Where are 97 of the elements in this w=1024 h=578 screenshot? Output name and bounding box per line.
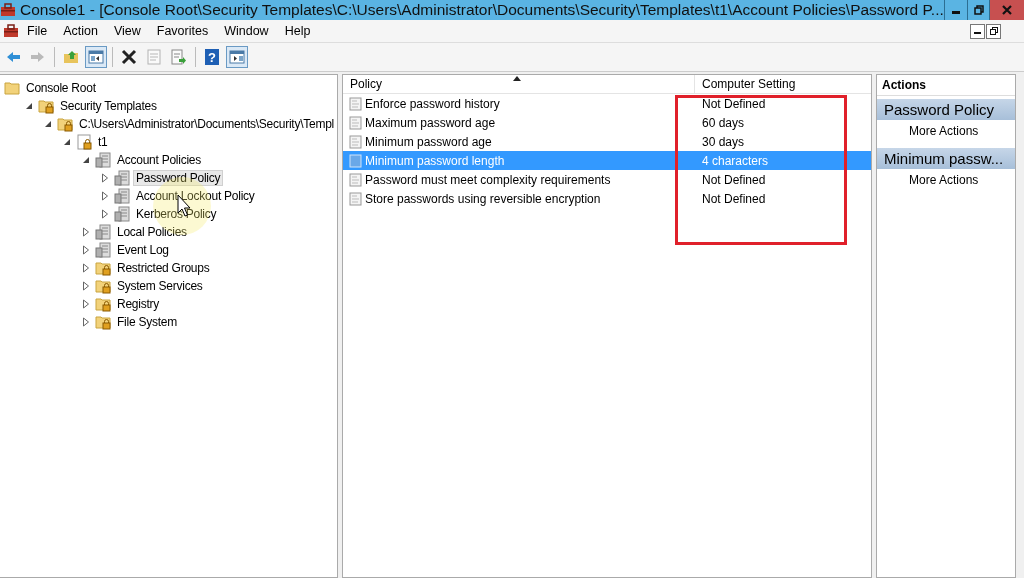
locked-folder-icon <box>95 278 111 294</box>
expanded-icon[interactable] <box>63 138 71 146</box>
setting-cell-text: 60 days <box>701 114 746 132</box>
collapsed-icon[interactable] <box>82 263 90 273</box>
show-hide-tree-button[interactable] <box>85 46 107 68</box>
policy-icon <box>95 224 111 240</box>
menu-item[interactable]: View <box>105 24 149 38</box>
setting-cell-text: Not Defined <box>701 95 767 113</box>
tree-item[interactable]: Account Lockout Policy <box>133 188 258 204</box>
locked-folder-icon <box>95 260 111 276</box>
menu-item[interactable]: Action <box>55 24 106 38</box>
policy-row[interactable]: Password must meet complexity requirements <box>343 170 695 189</box>
mdi-restore-button[interactable] <box>986 23 1001 39</box>
column-header[interactable]: Policy <box>343 75 695 93</box>
collapsed-icon[interactable] <box>101 209 109 219</box>
policy-icon <box>95 242 111 258</box>
close-button[interactable] <box>989 0 1024 20</box>
collapsed-icon[interactable] <box>82 227 90 237</box>
policy-icon <box>114 188 130 204</box>
tree-item[interactable]: Security Templates <box>57 98 160 114</box>
policy-name: Maximum password age <box>365 115 496 130</box>
menu-item[interactable]: Favorites <box>148 24 217 38</box>
policy-icon <box>95 152 111 168</box>
tree-item[interactable]: C:\Users\Administrator\Documents\Security\Templ <box>76 116 337 132</box>
export-icon <box>171 49 187 65</box>
tree-item[interactable]: System Services <box>114 278 206 294</box>
forward-icon <box>30 49 46 65</box>
policy-name: Password must meet complexity requirements <box>365 172 611 187</box>
folder-up-icon <box>63 49 79 65</box>
locked-folder-icon <box>95 296 111 312</box>
policy-row[interactable]: Minimum password age <box>343 132 695 151</box>
setting-cell-text: Not Defined <box>701 190 767 208</box>
policy-icon <box>349 172 362 187</box>
tree-item[interactable]: t1 <box>95 134 111 150</box>
folder-icon <box>4 80 20 96</box>
policy-icon <box>349 153 362 168</box>
tree-item[interactable]: Local Policies <box>114 224 190 240</box>
mdi-minimize-button[interactable] <box>970 23 985 39</box>
tree-item[interactable]: Password Policy <box>133 170 224 186</box>
app-icon <box>0 2 16 18</box>
sort-arrow-icon <box>513 76 521 81</box>
collapsed-icon[interactable] <box>82 299 90 309</box>
close-icon <box>1002 5 1013 15</box>
tree-item[interactable]: Event Log <box>114 242 172 258</box>
policy-icon <box>114 206 130 222</box>
restore-icon <box>973 5 984 15</box>
expanded-icon[interactable] <box>82 156 90 164</box>
menu-item[interactable]: File <box>19 24 56 38</box>
policy-icon <box>349 134 362 149</box>
column-header[interactable]: Computer Setting <box>695 75 871 93</box>
locked-folder-icon <box>57 116 73 132</box>
back-icon <box>5 49 21 65</box>
actions-section-header[interactable]: Password Policy <box>877 99 1015 120</box>
policy-name: Minimum password age <box>365 134 492 149</box>
policy-icon <box>349 115 362 130</box>
template-icon <box>76 134 92 150</box>
policy-icon <box>349 191 362 206</box>
collapsed-icon[interactable] <box>82 245 90 255</box>
actions-title: Actions <box>877 75 1015 96</box>
app-icon <box>3 23 19 39</box>
actions-section-header[interactable]: Minimum passw... <box>877 148 1015 169</box>
collapsed-icon[interactable] <box>101 173 109 183</box>
setting-cell: 4 characters <box>695 151 871 170</box>
tree-item[interactable]: Registry <box>114 296 162 312</box>
tree-item[interactable]: Account Policies <box>114 152 205 168</box>
tree-item[interactable]: File System <box>114 314 180 330</box>
collapsed-icon[interactable] <box>101 191 109 201</box>
policy-icon <box>349 96 362 111</box>
action-link[interactable]: More Actions <box>877 169 1015 194</box>
tree-item[interactable]: Restricted Groups <box>114 260 213 276</box>
policy-icon <box>114 170 130 186</box>
policy-name: Minimum password length <box>365 153 505 168</box>
tree-item[interactable]: Kerberos Policy <box>133 206 220 222</box>
policy-name: Enforce password history <box>365 96 500 111</box>
delete-icon <box>121 49 137 65</box>
locked-folder-icon <box>95 314 111 330</box>
window-title: Console1 - [Console Root\Security Templates\C:\Users\Administrator\Documents\Security\Templates\t1\Account Policies\Password P... <box>20 1 944 19</box>
policy-row[interactable]: Store passwords using reversible encryption <box>343 189 695 208</box>
policy-name: Store passwords using reversible encryption <box>365 191 601 206</box>
menu-item[interactable]: Help <box>276 24 319 38</box>
action-link[interactable]: More Actions <box>877 120 1015 145</box>
setting-cell-text: 30 days <box>701 133 746 151</box>
locked-folder-icon <box>38 98 54 114</box>
collapsed-icon[interactable] <box>82 281 90 291</box>
restore-icon <box>989 27 998 35</box>
expanded-icon[interactable] <box>44 120 52 128</box>
action-pane-icon <box>229 49 245 65</box>
collapsed-icon[interactable] <box>82 317 90 327</box>
tree-item[interactable]: Console Root <box>23 80 99 96</box>
expanded-icon[interactable] <box>25 102 33 110</box>
policy-row[interactable]: Maximum password age <box>343 113 695 132</box>
policy-row[interactable]: Enforce password history <box>343 94 695 113</box>
menu-item[interactable]: Window <box>216 24 277 38</box>
document-icon <box>146 49 162 65</box>
console-tree-icon <box>88 49 104 65</box>
setting-cell-text: Not Defined <box>701 171 767 189</box>
show-hide-action-pane-button[interactable] <box>226 46 248 68</box>
